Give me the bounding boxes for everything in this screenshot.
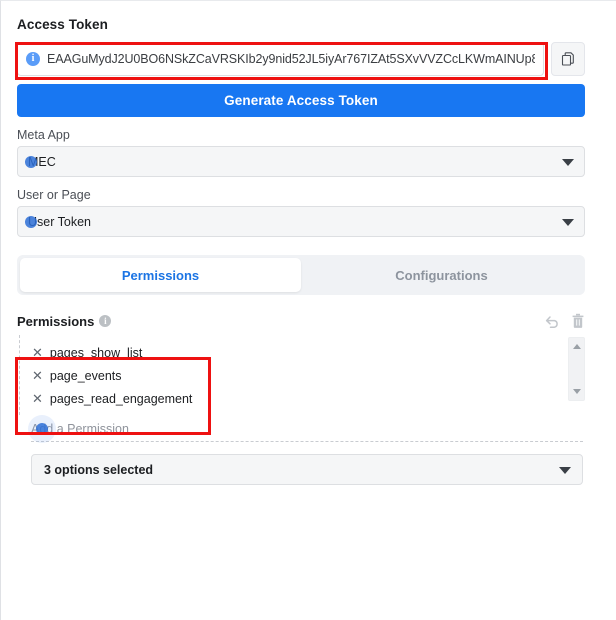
permission-name: pages_read_engagement <box>49 391 193 406</box>
access-token-row: i EAAGuMydJ2U0BO6NSkZCaVRSKIb2y9nid52JL5… <box>17 42 585 76</box>
close-icon[interactable]: ✕ <box>32 369 43 382</box>
access-token-panel: Access Token i EAAGuMydJ2U0BO6NSkZCaVRSK… <box>0 0 616 620</box>
close-icon[interactable]: ✕ <box>32 346 43 359</box>
tab-configurations[interactable]: Configurations <box>301 258 582 292</box>
list-item[interactable]: ✕ pages_read_engagement <box>32 387 562 410</box>
meta-app-label: Meta App <box>17 128 70 142</box>
add-permission-input[interactable]: Add a Permission <box>28 415 583 443</box>
chevron-down-icon <box>559 466 571 474</box>
panel-content: Access Token i EAAGuMydJ2U0BO6NSkZCaVRSK… <box>1 17 601 485</box>
permissions-header: Permissions i <box>17 313 585 329</box>
copy-icon <box>561 52 574 66</box>
list-item[interactable]: ✕ page_events <box>32 364 562 387</box>
trash-icon[interactable] <box>571 313 585 329</box>
chevron-down-icon <box>562 158 574 166</box>
permissions-scrollbar[interactable] <box>568 337 585 401</box>
access-token-field[interactable]: i EAAGuMydJ2U0BO6NSkZCaVRSKIb2y9nid52JL5… <box>17 42 544 76</box>
user-or-page-select[interactable]: User Token <box>17 206 585 237</box>
permissions-list-area: ✕ pages_show_list ✕ page_events ✕ pages_… <box>17 335 585 415</box>
meta-app-value: MEC <box>28 154 56 169</box>
permission-name: pages_show_list <box>49 345 143 360</box>
undo-icon[interactable] <box>544 314 561 329</box>
access-token-value: EAAGuMydJ2U0BO6NSkZCaVRSKIb2y9nid52JL5iy… <box>47 52 535 66</box>
tab-bar: Permissions Configurations <box>17 255 585 295</box>
options-selected-select[interactable]: 3 options selected <box>31 454 583 485</box>
copy-token-button[interactable] <box>551 42 585 76</box>
permissions-title: Permissions <box>17 313 95 329</box>
add-permission-placeholder: Add a Permission <box>31 422 129 436</box>
permissions-actions <box>544 313 585 329</box>
meta-app-select[interactable]: MEC <box>17 146 585 177</box>
permission-name: page_events <box>49 368 122 383</box>
page-title: Access Token <box>17 17 108 32</box>
tab-permissions[interactable]: Permissions <box>20 258 301 292</box>
chevron-down-icon <box>562 218 574 226</box>
user-or-page-value: User Token <box>28 214 91 229</box>
generate-access-token-button[interactable]: Generate Access Token <box>17 84 585 117</box>
permissions-list: ✕ pages_show_list ✕ page_events ✕ pages_… <box>19 335 562 415</box>
options-selected-value: 3 options selected <box>44 462 154 477</box>
scroll-up-arrow-icon[interactable] <box>572 344 581 349</box>
list-item[interactable]: ✕ pages_show_list <box>32 341 562 364</box>
info-icon: i <box>26 52 40 66</box>
user-or-page-label: User or Page <box>17 188 91 202</box>
close-icon[interactable]: ✕ <box>32 392 43 405</box>
info-icon: i <box>99 315 112 327</box>
scroll-down-arrow-icon[interactable] <box>572 389 581 394</box>
